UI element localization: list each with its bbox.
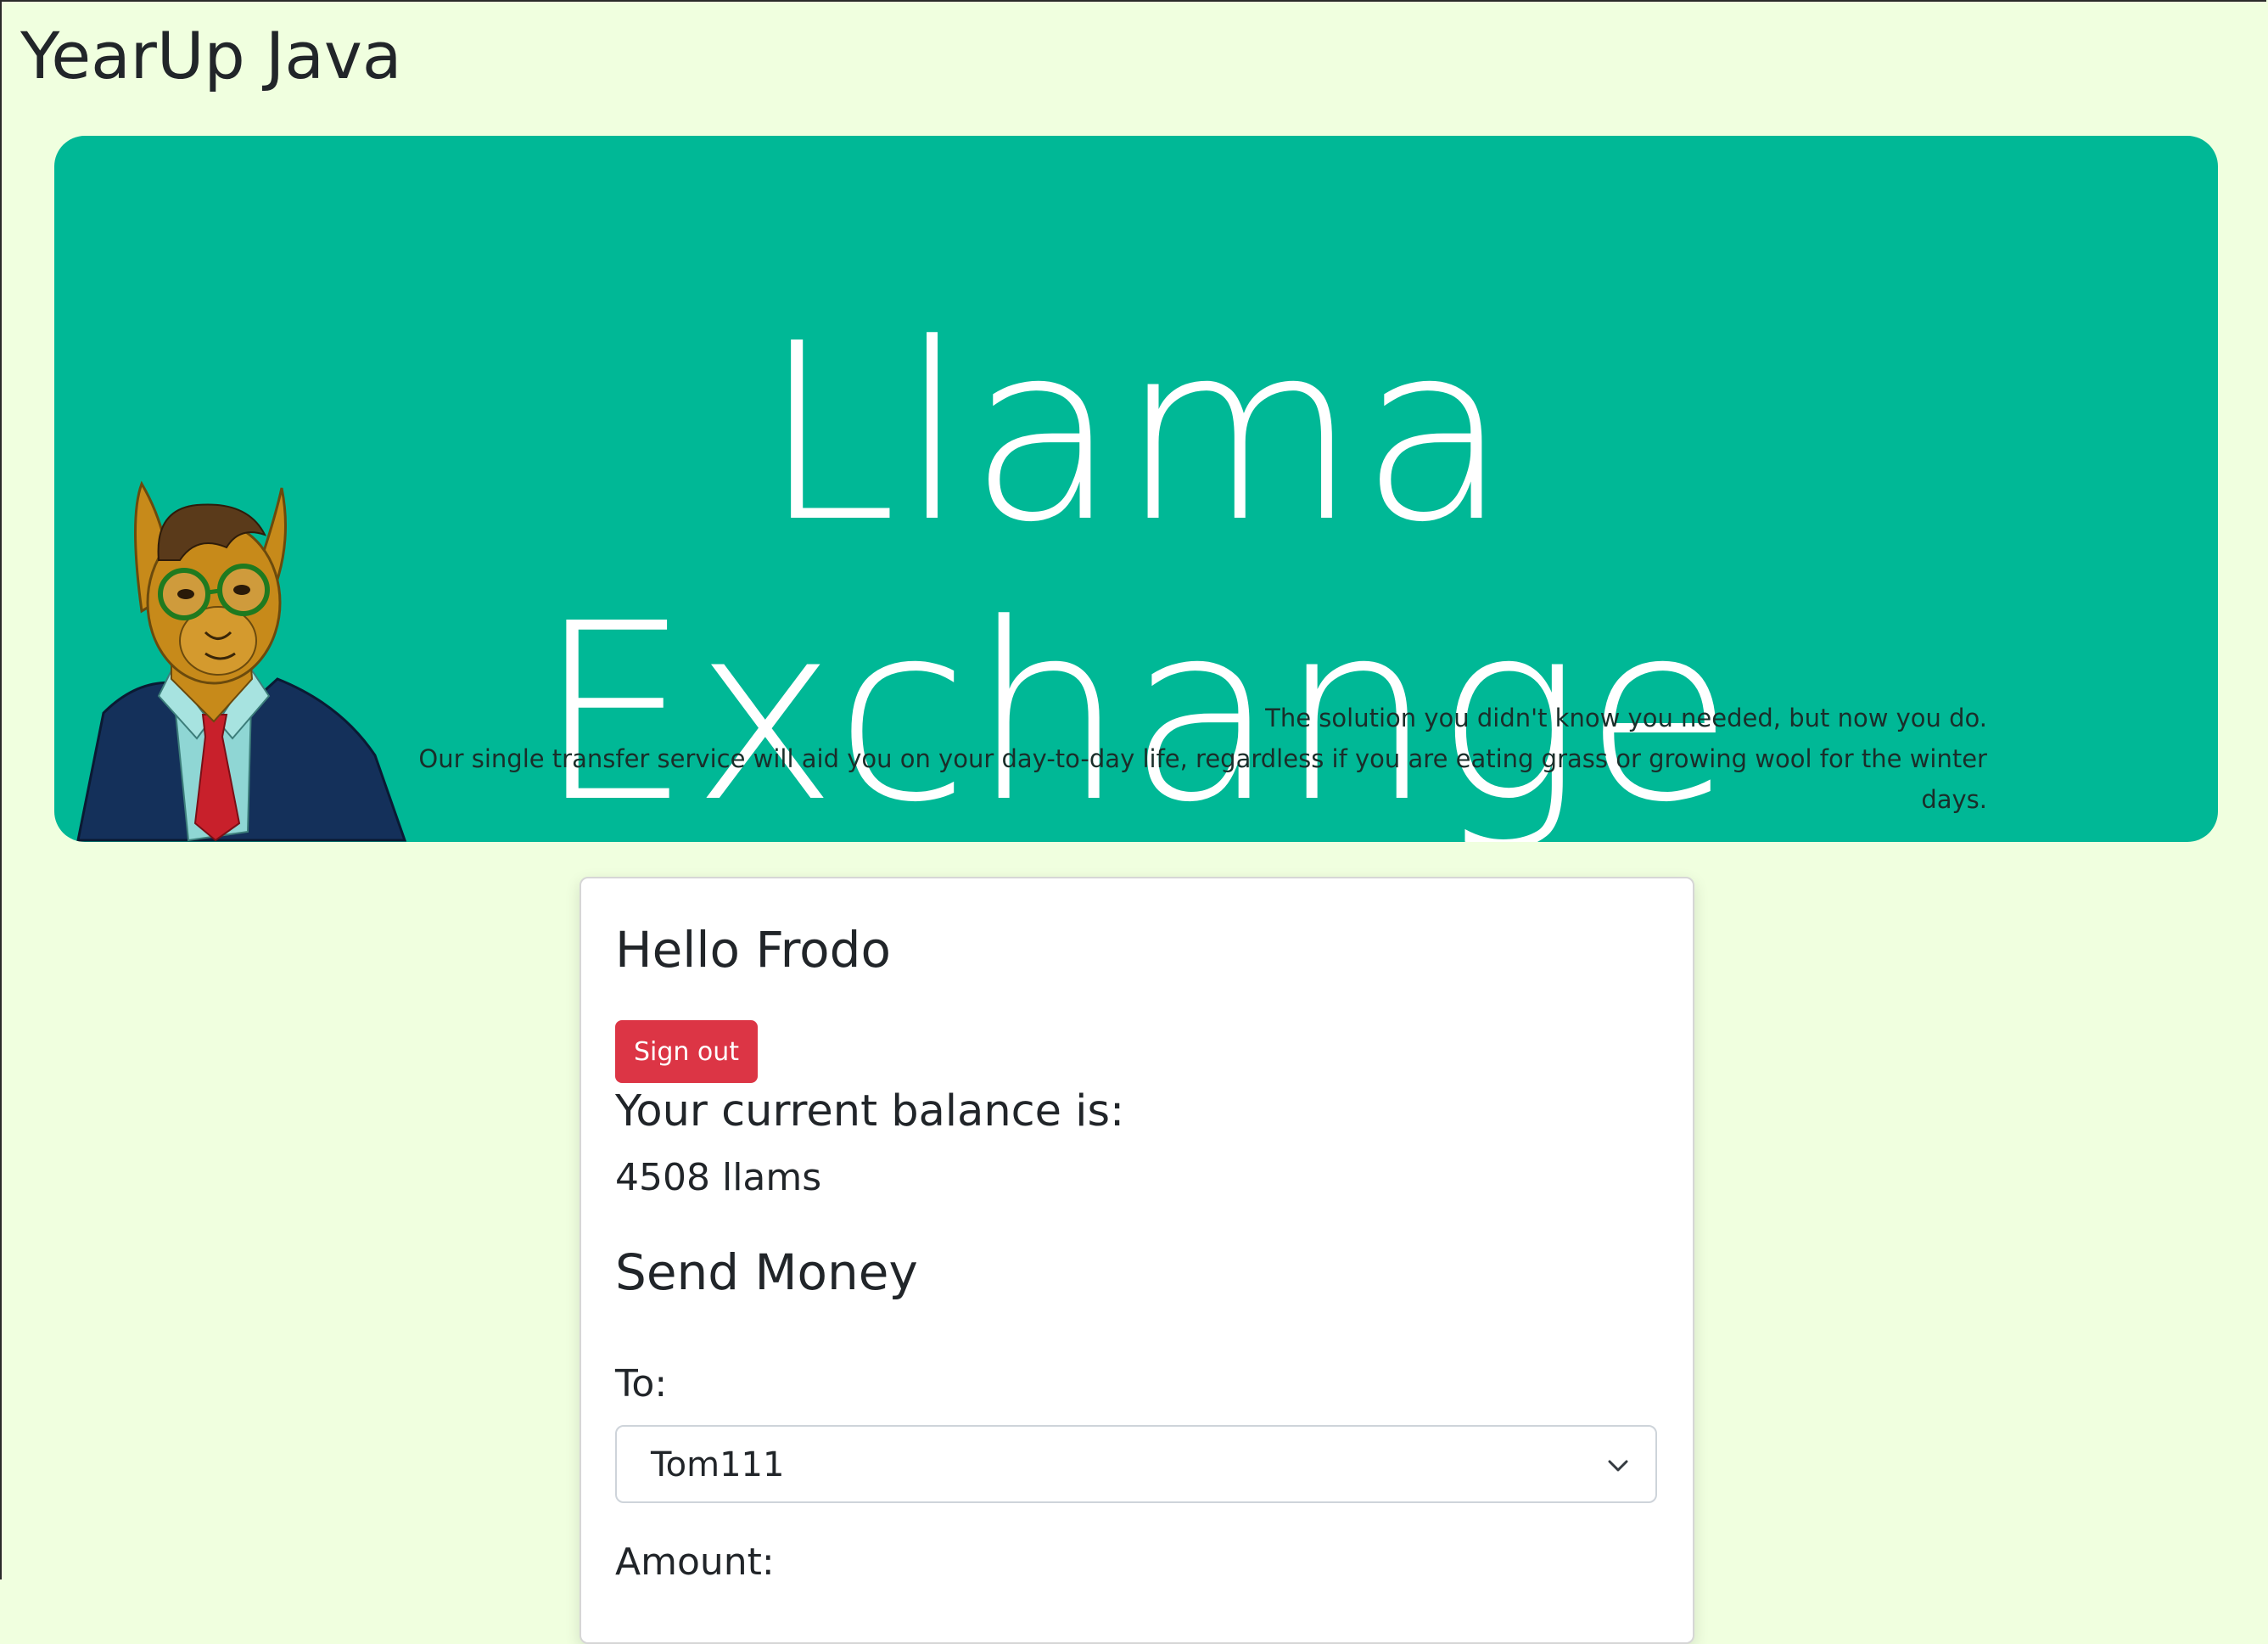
site-title: YearUp Java <box>20 18 402 93</box>
account-card: Hello Frodo Sign out Your current balanc… <box>580 877 1694 1644</box>
greeting-heading: Hello Frodo <box>615 921 891 979</box>
balance-value: 4508 llams <box>615 1156 822 1199</box>
recipient-select[interactable]: Tom111 <box>615 1425 1657 1503</box>
hero-tagline-line2: Our single transfer service will aid you… <box>418 744 1987 814</box>
balance-label: Your current balance is: <box>615 1086 1125 1136</box>
hero-tagline: The solution you didn't know you needed,… <box>392 698 1987 820</box>
chevron-down-icon <box>1608 1460 1628 1472</box>
hero-banner: Llama Exchange The solution you didn't k… <box>54 136 2218 842</box>
to-label: To: <box>615 1362 668 1406</box>
hero-tagline-line1: The solution you didn't know you needed,… <box>1265 704 1987 732</box>
hero-title-line1: Llama <box>761 291 1511 575</box>
amount-label: Amount: <box>615 1540 775 1584</box>
sign-out-button[interactable]: Sign out <box>615 1020 758 1083</box>
recipient-select-value: Tom111 <box>651 1445 785 1484</box>
send-money-heading: Send Money <box>615 1243 918 1301</box>
